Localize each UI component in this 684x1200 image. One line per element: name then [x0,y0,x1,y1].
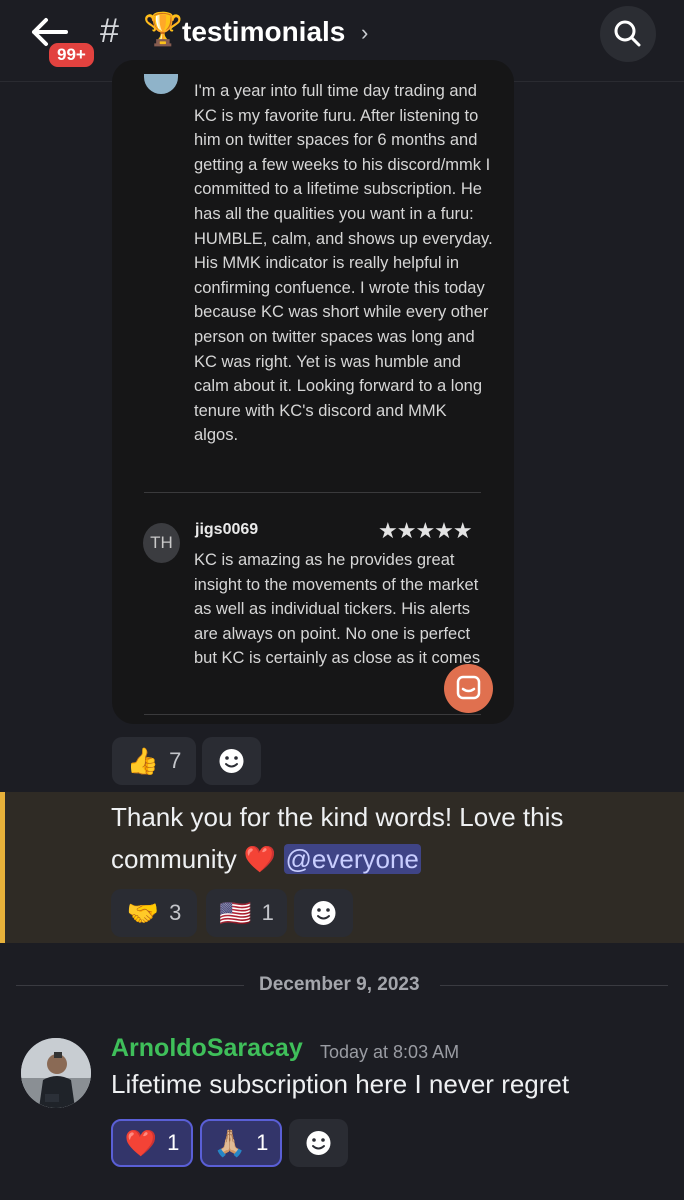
message-text: Lifetime subscription here I never regre… [111,1069,570,1099]
mention-everyone[interactable]: @everyone [283,844,421,874]
date-divider-line [16,985,244,986]
reaction-pray[interactable]: 🙏🏼 1 [200,1119,282,1167]
unread-badge: 99+ [46,40,97,70]
search-icon [614,20,641,47]
date-divider-line [440,985,668,986]
search-button[interactable] [600,6,656,62]
reviewer-avatar: TH [143,523,180,563]
trophy-icon: 🏆 [143,11,183,47]
chat-widget-button[interactable] [444,664,493,713]
heart-icon: ❤️ [124,1127,158,1158]
message-timestamp: Today at 8:03 AM [320,1042,460,1062]
chat-icon [456,675,481,700]
username[interactable]: ArnoldoSaracay [111,1034,303,1063]
reaction-count: 1 [261,900,274,925]
us-flag-icon: 🇺🇸 [219,897,252,928]
user-photo-icon [21,1038,91,1108]
smiley-icon [219,749,244,773]
thumbs-up-icon: 👍 [126,745,160,776]
add-reaction-button[interactable] [289,1119,348,1167]
avatar[interactable] [21,1038,91,1108]
reaction-thumbs-up[interactable]: 👍 7 [112,737,196,785]
pray-icon: 🙏🏼 [213,1127,247,1158]
reaction-count: 7 [169,748,182,773]
review-text: I'm a year into full time day trading an… [194,82,493,445]
smiley-icon [306,1131,331,1155]
channel-name[interactable]: testimonials [182,16,345,48]
chevron-right-icon[interactable]: › [361,20,368,46]
star-rating: ★★★★★ [378,518,473,543]
reaction-heart[interactable]: ❤️ 1 [111,1119,193,1167]
reviewer-name: jigs0069 [195,521,259,538]
channel-hash-icon: # [100,12,119,50]
reaction-count: 3 [169,900,182,925]
divider [144,492,481,493]
add-reaction-button[interactable] [202,737,261,785]
review-text: KC is amazing as he provides great insig… [194,551,481,668]
reaction-count: 1 [167,1130,180,1155]
handshake-icon: 🤝 [126,897,160,928]
reaction-handshake[interactable]: 🤝 3 [111,889,197,937]
smiley-icon [311,901,336,925]
reaction-count: 1 [256,1130,269,1155]
divider [144,714,481,715]
reaction-us-flag[interactable]: 🇺🇸 1 [206,889,287,937]
add-reaction-button[interactable] [294,889,353,937]
message-text: Thank you for the kind words! Love this … [111,796,631,880]
date-divider: December 9, 2023 [259,974,420,995]
